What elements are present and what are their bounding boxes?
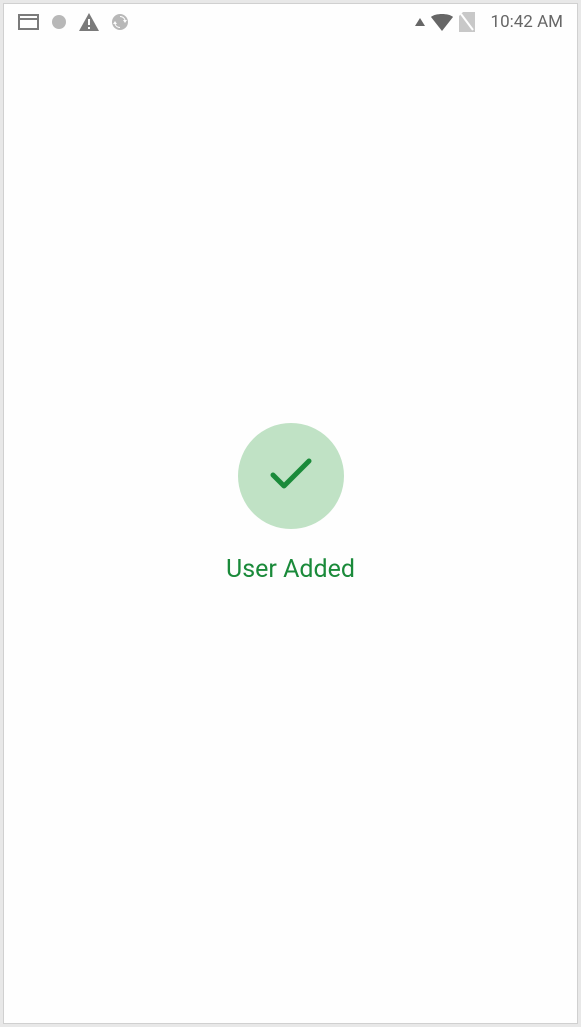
success-message: User Added	[226, 555, 355, 584]
checkmark-icon	[267, 455, 315, 497]
content-area: User Added	[4, 4, 577, 1023]
device-frame: 10:42 AM User Added	[3, 3, 578, 1024]
success-circle	[238, 423, 344, 529]
